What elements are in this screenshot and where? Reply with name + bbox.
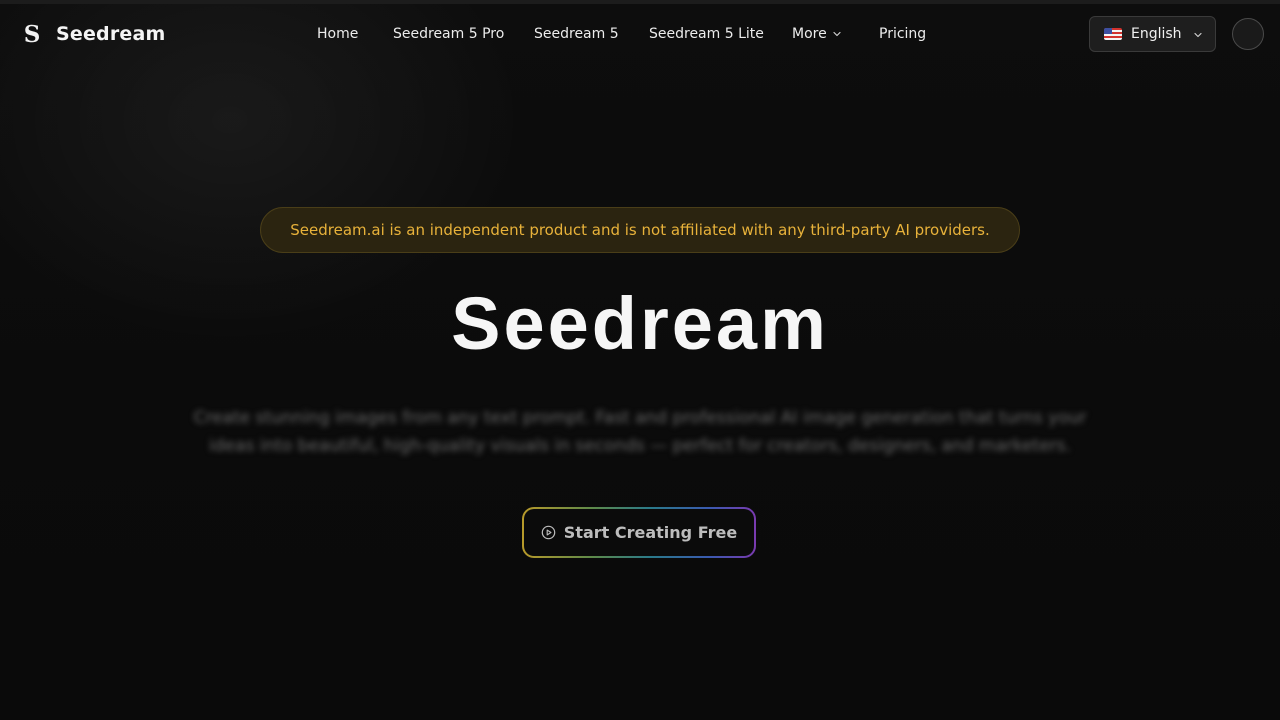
site-header: S Seedream Home Seedream 5 Pro Seedream … (0, 4, 1280, 64)
disclaimer-badge: Seedream.ai is an independent product an… (260, 207, 1020, 253)
start-creating-button[interactable]: Start Creating Free (522, 507, 756, 558)
play-circle-icon (541, 525, 556, 540)
hero-title: Seedream (451, 282, 829, 365)
page: S Seedream Home Seedream 5 Pro Seedream … (0, 0, 1280, 720)
nav-seedream-5-pro[interactable]: Seedream 5 Pro (393, 25, 504, 43)
nav-pricing[interactable]: Pricing (879, 25, 926, 43)
nav-more-label: More (792, 26, 827, 42)
chevron-down-icon (1194, 32, 1202, 38)
brand-name: Seedream (56, 23, 166, 45)
nav-more-dropdown[interactable]: More (792, 25, 842, 43)
chevron-down-icon (833, 31, 841, 37)
hero-subtitle: Create stunning images from any text pro… (193, 408, 1087, 456)
start-creating-button-inner[interactable]: Start Creating Free (524, 509, 754, 556)
logo-icon: S (23, 20, 41, 48)
language-label: English (1131, 26, 1182, 42)
start-creating-label: Start Creating Free (563, 523, 738, 542)
user-avatar[interactable] (1232, 18, 1264, 50)
nav-seedream-5-lite[interactable]: Seedream 5 Lite (649, 25, 764, 43)
language-selector[interactable]: English (1089, 16, 1216, 52)
nav-home[interactable]: Home (317, 25, 358, 43)
us-flag-icon (1104, 28, 1122, 40)
nav-seedream-5[interactable]: Seedream 5 (534, 25, 619, 43)
brand-logo-link[interactable]: S Seedream (22, 20, 166, 48)
